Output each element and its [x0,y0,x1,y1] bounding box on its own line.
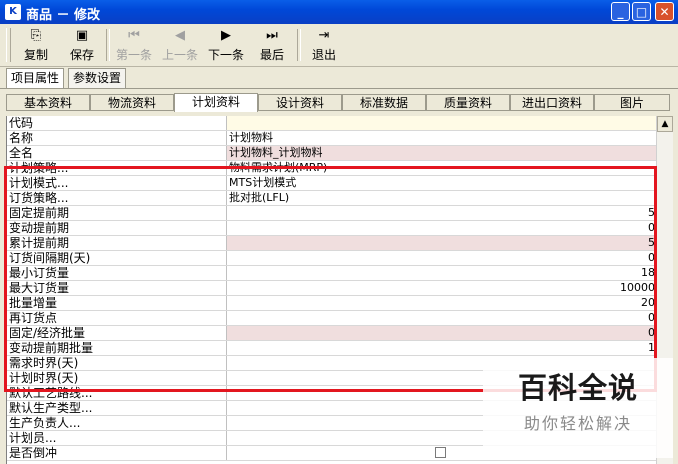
field-value[interactable]: 0 [227,326,657,340]
scroll-up-icon[interactable]: ▲ [657,116,673,132]
exit-icon: ⇥ [318,28,330,43]
field-value[interactable]: 1 [227,341,657,355]
field-label: 名称 [7,131,227,145]
title-bar: K 商品 － 修改 _ □ ✕ [0,0,678,24]
grid-row[interactable]: 订货策略... 批对批(LFL) [7,191,657,206]
grid-row[interactable]: 固定提前期 5 [7,206,657,221]
tab-design-info[interactable]: 设计资料 [258,94,342,111]
tab-images[interactable]: 图片 [594,94,670,111]
backflush-checkbox[interactable] [435,447,446,458]
grid-row[interactable]: 最大订货量 10000 [7,281,657,296]
save-icon: ▣ [75,28,89,43]
field-label: 默认工艺路线... [7,386,227,400]
tab-item-properties[interactable]: 项目属性 [6,68,65,89]
field-value[interactable]: 0 [227,251,657,265]
minimize-button[interactable]: _ [611,2,630,21]
toolbar-separator [297,29,301,61]
next-icon: ▶ [221,28,231,43]
tab-parameter-settings[interactable]: 参数设置 [68,68,127,88]
tab-standard-data[interactable]: 标准数据 [342,94,426,111]
field-value[interactable]: 5 [227,236,657,250]
field-label: 全名 [7,146,227,160]
field-label: 代码 [7,116,227,130]
last-record-button[interactable]: ⏭ 最后 [252,26,292,64]
tab-basic-info[interactable]: 基本资料 [6,94,90,111]
app-icon: K [5,4,21,20]
grid-row[interactable]: 代码 [7,116,657,131]
toolbar-grip [6,28,11,62]
first-icon: ⏮ [128,28,140,43]
toolbar: ⎘ 复制 ▣ 保存 ⏮ 第一条 ◀ 上一条 ▶ 下一条 ⏭ 最后 ⇥ 退出 [0,24,678,67]
field-value[interactable]: 物料需求计划(MRP) [227,161,657,175]
close-button[interactable]: ✕ [655,2,674,21]
grid-row[interactable]: 计划策略... 物料需求计划(MRP) [7,161,657,176]
toolbar-separator [106,29,110,61]
field-value[interactable]: 5 [227,206,657,220]
field-label: 最小订货量 [7,266,227,280]
grid-row[interactable]: 累计提前期 5 [7,236,657,251]
field-label: 累计提前期 [7,236,227,250]
field-value[interactable]: 10000 [227,281,657,295]
watermark: 百科全说 助你轻松解决 [483,358,673,458]
field-label: 批量增量 [7,296,227,310]
copy-button[interactable]: ⎘ 复制 [16,26,56,64]
copy-icon: ⎘ [30,28,42,43]
field-value[interactable]: 0 [227,221,657,235]
field-label: 需求时界(天) [7,356,227,370]
grid-row[interactable]: 变动提前期批量 1 [7,341,657,356]
section-tabs: 基本资料 物流资料 计划资料 设计资料 标准数据 质量资料 进出口资料 图片 [6,93,670,112]
tab-quality-info[interactable]: 质量资料 [426,94,510,111]
grid-row[interactable]: 固定/经济批量 0 [7,326,657,341]
tab-planning-info[interactable]: 计划资料 [174,93,258,112]
field-label: 订货策略... [7,191,227,205]
field-label: 计划时界(天) [7,371,227,385]
last-icon: ⏭ [266,28,278,43]
exit-button[interactable]: ⇥ 退出 [304,26,344,64]
field-value[interactable]: 18 [227,266,657,280]
grid-row[interactable]: 全名 计划物料_计划物料 [7,146,657,161]
field-value[interactable]: 0 [227,311,657,325]
grid-row[interactable]: 计划模式... MTS计划模式 [7,176,657,191]
watermark-sub-text: 助你轻松解决 [523,414,632,433]
field-label: 计划员... [7,431,227,445]
field-value[interactable]: 20 [227,296,657,310]
watermark-main-text: 百科全说 [517,371,638,405]
field-label: 计划策略... [7,161,227,175]
field-value[interactable]: 计划物料_计划物料 [227,146,657,160]
field-label: 固定/经济批量 [7,326,227,340]
tab-divider [0,88,678,89]
grid-row[interactable]: 再订货点 0 [7,311,657,326]
grid-row[interactable]: 最小订货量 18 [7,266,657,281]
field-label: 固定提前期 [7,206,227,220]
prev-record-button[interactable]: ◀ 上一条 [158,26,202,64]
next-record-button[interactable]: ▶ 下一条 [204,26,248,64]
grid-row[interactable]: 变动提前期 0 [7,221,657,236]
grid-row[interactable]: 订货间隔期(天) 0 [7,251,657,266]
field-label: 默认生产类型... [7,401,227,415]
first-record-button[interactable]: ⏮ 第一条 [112,26,156,64]
maximize-button[interactable]: □ [632,2,651,21]
tab-import-export-info[interactable]: 进出口资料 [510,94,594,111]
field-label: 变动提前期批量 [7,341,227,355]
field-label: 订货间隔期(天) [7,251,227,265]
field-label: 最大订货量 [7,281,227,295]
field-label: 再订货点 [7,311,227,325]
grid-row[interactable]: 名称 计划物料 [7,131,657,146]
field-label: 是否倒冲 [7,446,227,460]
field-label: 生产负责人... [7,416,227,430]
field-label: 变动提前期 [7,221,227,235]
field-value[interactable]: 批对批(LFL) [227,191,657,205]
field-value[interactable] [227,116,657,130]
field-value[interactable]: MTS计划模式 [227,176,657,190]
top-tabs: 项目属性 参数设置 [0,68,678,89]
grid-row[interactable]: 批量增量 20 [7,296,657,311]
tab-logistics-info[interactable]: 物流资料 [90,94,174,111]
save-button[interactable]: ▣ 保存 [62,26,102,64]
field-label: 计划模式... [7,176,227,190]
prev-icon: ◀ [175,28,185,43]
window-title: 商品 － 修改 [26,8,101,23]
field-value[interactable]: 计划物料 [227,131,657,145]
